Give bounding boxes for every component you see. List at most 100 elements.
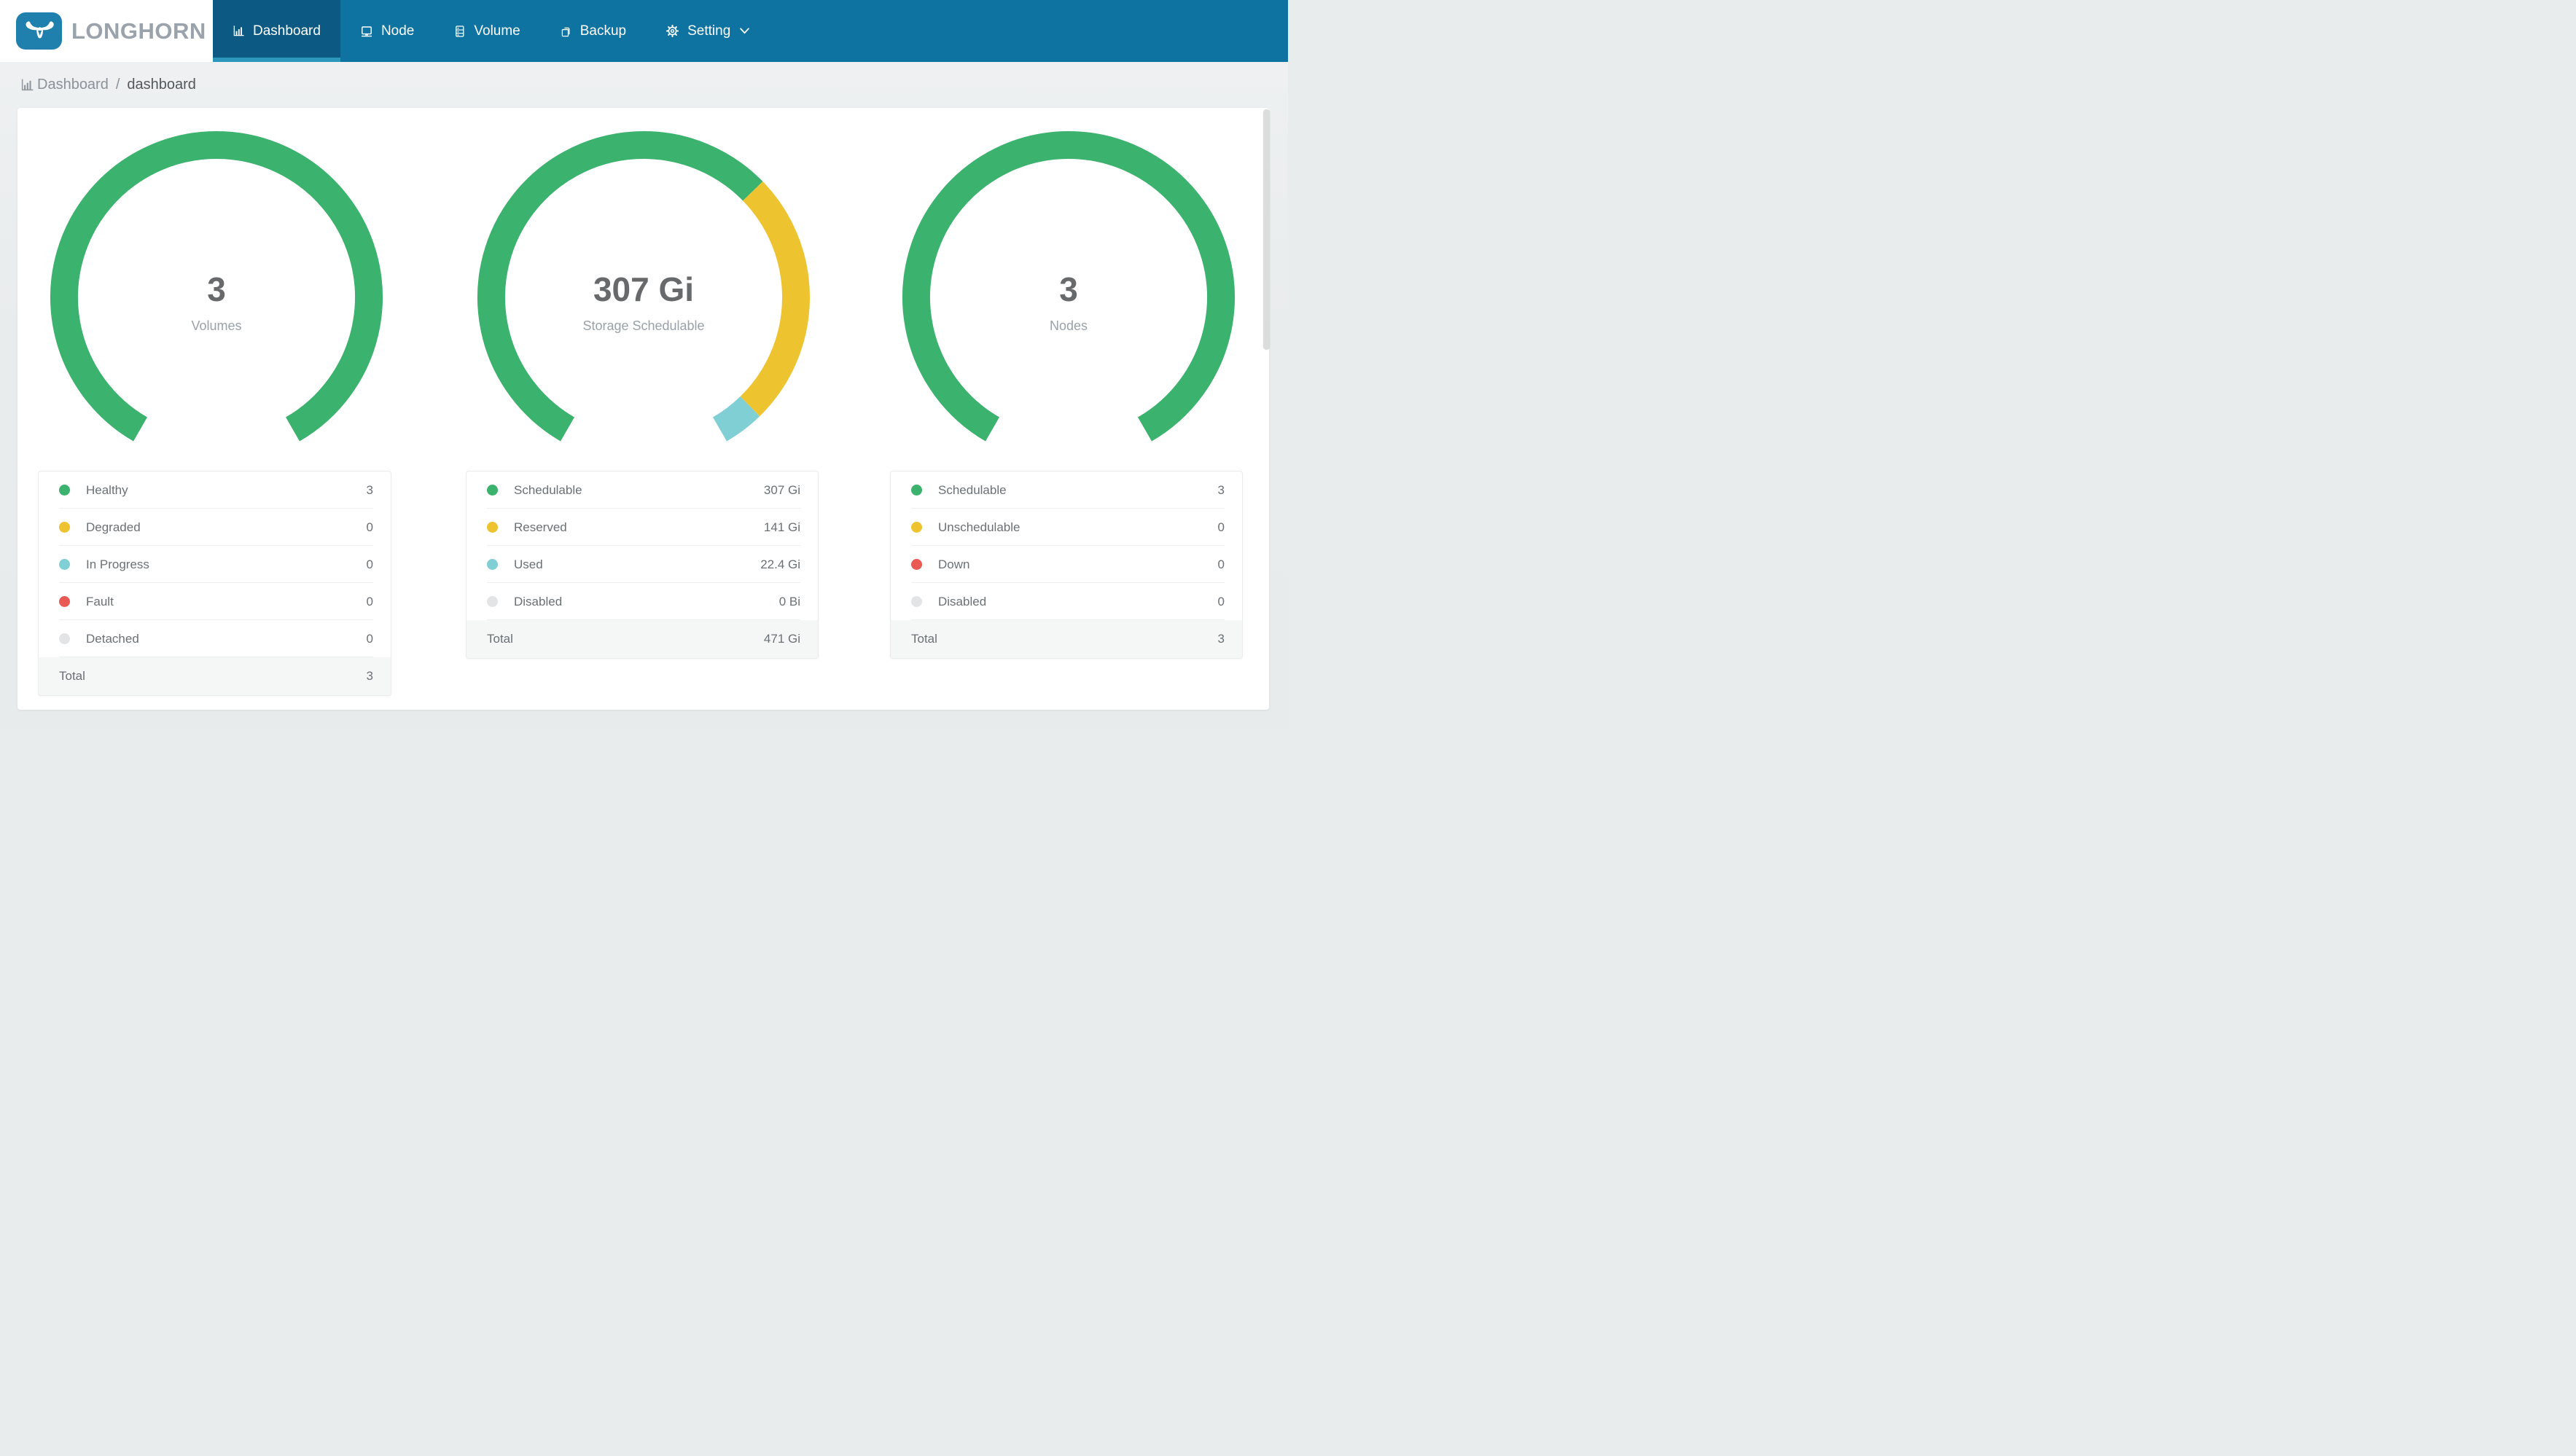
volume-icon xyxy=(453,25,466,38)
legend-label: Disabled xyxy=(514,594,563,608)
gauge-center-volumes: 3 Volumes xyxy=(85,271,348,334)
gray-dot-icon xyxy=(59,633,70,644)
tab-label: Setting xyxy=(687,23,731,39)
legend-value: 141 Gi xyxy=(763,520,800,534)
teal-dot-icon xyxy=(59,559,70,570)
legend-row-fault: Fault 0 xyxy=(39,583,391,620)
legend-row-down: Down 0 xyxy=(891,546,1242,583)
breadcrumb-dashboard-link[interactable]: Dashboard xyxy=(37,77,109,93)
legend-label: Used xyxy=(514,557,543,571)
legend-label: Fault xyxy=(86,594,114,608)
total-value: 3 xyxy=(1217,632,1225,646)
legend-value: 0 xyxy=(366,631,373,646)
gauge-label: Nodes xyxy=(1049,318,1088,333)
legend-value: 3 xyxy=(366,482,373,497)
legend-value: 0 xyxy=(366,520,373,534)
top-navbar: LONGHORN Dashboard Node Volume Backup Settin… xyxy=(0,0,1288,62)
breadcrumb-separator: / xyxy=(115,77,120,93)
tab-label: Dashboard xyxy=(253,23,321,39)
bar-chart-icon xyxy=(233,25,245,37)
gauge-value: 3 xyxy=(1059,270,1078,308)
bar-chart-icon xyxy=(20,78,34,92)
breadcrumb-current: dashboard xyxy=(127,77,196,93)
teal-dot-icon xyxy=(487,559,498,570)
logo[interactable]: LONGHORN xyxy=(0,0,213,62)
legend-row-schedulable: Schedulable 307 Gi xyxy=(467,471,818,509)
tab-volume[interactable]: Volume xyxy=(434,0,539,62)
main-nav: Dashboard Node Volume Backup Setting xyxy=(213,0,769,62)
yellow-dot-icon xyxy=(487,522,498,533)
tab-node[interactable]: Node xyxy=(340,0,434,62)
legend-table-nodes: Schedulable 3 Unschedulable 0 Down 0 Disabled 0… xyxy=(890,471,1243,659)
legend-row-healthy: Healthy 3 xyxy=(39,471,391,509)
gear-icon xyxy=(666,24,679,38)
yellow-dot-icon xyxy=(59,522,70,533)
legend-total-row: Total 3 xyxy=(891,620,1242,658)
legend-value: 0 Bi xyxy=(778,594,800,608)
legend-label: Schedulable xyxy=(514,482,582,497)
legend-label: Reserved xyxy=(514,520,567,534)
brand-name: LONGHORN xyxy=(71,17,206,44)
total-value: 471 Gi xyxy=(763,632,800,646)
legend-row-disabled: Disabled 0 Bi xyxy=(467,583,818,620)
yellow-dot-icon xyxy=(911,522,922,533)
legend-value: 0 xyxy=(1217,557,1225,571)
gauge-label: Storage Schedulable xyxy=(582,318,705,333)
legend-value: 0 xyxy=(1217,594,1225,608)
legend-label: Down xyxy=(938,557,970,571)
legend-table-storage: Schedulable 307 Gi Reserved 141 Gi Used 22.4 … xyxy=(466,471,819,659)
green-dot-icon xyxy=(59,485,70,496)
legend-label: Detached xyxy=(86,631,139,646)
red-dot-icon xyxy=(911,559,922,570)
node-icon xyxy=(360,25,373,38)
green-dot-icon xyxy=(487,485,498,496)
legend-value: 0 xyxy=(1217,520,1225,534)
dashboard-card: 3 Volumes Healthy 3 Degraded 0 In Progress 0 Fau… xyxy=(17,108,1269,710)
gauge-value: 3 xyxy=(207,270,226,308)
total-label: Total xyxy=(487,632,513,646)
legend-row-in-progress: In Progress 0 xyxy=(39,546,391,583)
tab-label: Backup xyxy=(579,23,627,39)
breadcrumb: Dashboard / dashboard xyxy=(20,62,196,108)
backup-icon xyxy=(560,25,572,38)
red-dot-icon xyxy=(59,596,70,607)
legend-label: In Progress xyxy=(86,557,149,571)
total-label: Total xyxy=(911,632,937,646)
total-label: Total xyxy=(59,669,85,683)
legend-total-row: Total 3 xyxy=(39,657,391,695)
legend-label: Healthy xyxy=(86,482,128,497)
legend-label: Disabled xyxy=(938,594,987,608)
legend-row-used: Used 22.4 Gi xyxy=(467,546,818,583)
chevron-down-icon xyxy=(740,28,750,34)
tab-label: Node xyxy=(380,23,415,39)
legend-row-unschedulable: Unschedulable 0 xyxy=(891,509,1242,546)
tab-setting[interactable]: Setting xyxy=(646,0,769,62)
gauge-label: Volumes xyxy=(191,318,242,333)
gauge-value: 307 Gi xyxy=(593,270,695,308)
scrollbar-thumb[interactable] xyxy=(1263,109,1270,350)
longhorn-bull-icon xyxy=(16,12,62,50)
tab-backup[interactable]: Backup xyxy=(540,0,646,62)
total-value: 3 xyxy=(366,669,373,683)
legend-value: 0 xyxy=(366,557,373,571)
gray-dot-icon xyxy=(487,596,498,607)
legend-value: 22.4 Gi xyxy=(760,557,800,571)
legend-label: Degraded xyxy=(86,520,141,534)
legend-total-row: Total 471 Gi xyxy=(467,620,818,658)
legend-value: 0 xyxy=(366,594,373,608)
legend-row-schedulable: Schedulable 3 xyxy=(891,471,1242,509)
longhorn-dashboard-page: LONGHORN Dashboard Node Volume Backup Settin… xyxy=(0,0,1288,728)
legend-row-detached: Detached 0 xyxy=(39,620,391,657)
green-dot-icon xyxy=(911,485,922,496)
legend-row-reserved: Reserved 141 Gi xyxy=(467,509,818,546)
gray-dot-icon xyxy=(911,596,922,607)
gauge-center-storage: 307 Gi Storage Schedulable xyxy=(512,271,775,334)
legend-label: Unschedulable xyxy=(938,520,1020,534)
legend-table-volumes: Healthy 3 Degraded 0 In Progress 0 Fault 0 Detac… xyxy=(38,471,391,696)
legend-row-disabled: Disabled 0 xyxy=(891,583,1242,620)
legend-value: 3 xyxy=(1217,482,1225,497)
legend-label: Schedulable xyxy=(938,482,1007,497)
gauge-center-nodes: 3 Nodes xyxy=(937,271,1200,334)
tab-dashboard[interactable]: Dashboard xyxy=(213,0,340,62)
legend-row-degraded: Degraded 0 xyxy=(39,509,391,546)
